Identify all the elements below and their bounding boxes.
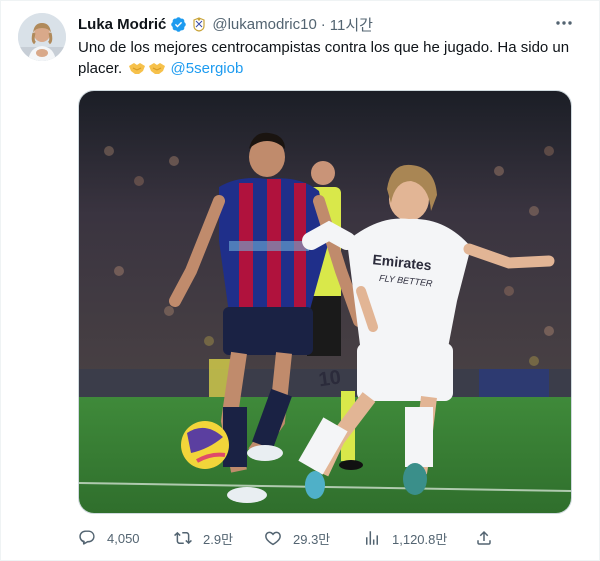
tweet-header: Luka Modrić @lukamodric10 · 11시간 [78, 14, 373, 34]
author-handle[interactable]: @lukamodric10 [212, 16, 316, 33]
more-icon[interactable] [552, 13, 576, 33]
like-count: 29.3만 [293, 531, 331, 547]
views-count: 1,120.8만 [392, 531, 448, 547]
views-icon [366, 531, 378, 545]
tweet-photo[interactable]: Emirates FLY BETTER 10 [78, 90, 572, 514]
retweet-button[interactable]: 2.9만 [174, 527, 233, 549]
svg-text:10: 10 [317, 366, 342, 391]
verified-badge-icon [170, 16, 187, 33]
share-button[interactable] [475, 527, 493, 549]
retweet-icon [174, 531, 192, 545]
like-button[interactable]: 29.3만 [264, 527, 330, 549]
mention-link[interactable]: @5sergiob [171, 60, 244, 77]
match-photo: Emirates FLY BETTER 10 [79, 91, 571, 513]
reply-button[interactable]: 4,050 [78, 527, 140, 549]
avatar[interactable] [18, 13, 66, 61]
like-icon [265, 531, 281, 546]
reply-count: 4,050 [107, 530, 140, 546]
author-name[interactable]: Luka Modrić [78, 16, 166, 33]
handshake-emoji [128, 60, 146, 74]
tweet-text: Uno de los mejores centrocampistas contr… [78, 37, 578, 79]
share-icon [477, 530, 491, 545]
tweet-actions: 4,050 2.9만 29.3만 1,120.8만 [78, 527, 498, 549]
views-button[interactable]: 1,120.8만 [363, 527, 447, 549]
handshake-emoji [148, 60, 166, 74]
tweet-card: Luka Modrić @lukamodric10 · 11시간 Uno de … [0, 0, 600, 561]
football [181, 421, 229, 469]
retweet-count: 2.9만 [203, 531, 234, 547]
tweet-time[interactable]: 11시간 [330, 14, 373, 35]
reply-icon [79, 530, 95, 545]
separator-dot: · [320, 15, 326, 33]
team-affiliation-icon[interactable] [192, 16, 206, 32]
